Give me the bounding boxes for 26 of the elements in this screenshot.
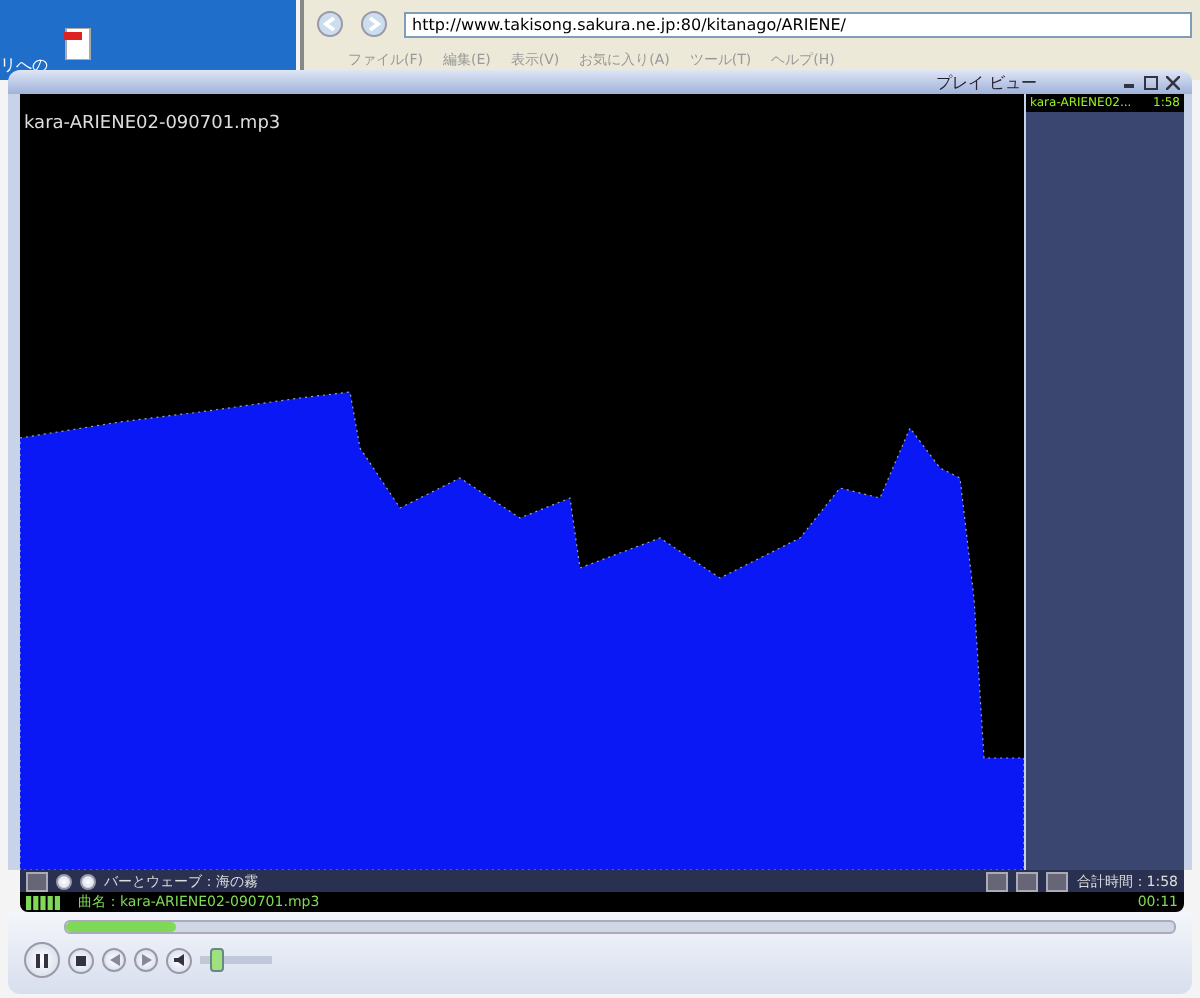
skin-icon[interactable] — [1016, 871, 1039, 891]
back-icon[interactable] — [316, 10, 348, 38]
maximize-icon[interactable] — [1144, 75, 1158, 89]
address-field[interactable]: http://www.takisong.sakura.ne.jp:80/kitanago/ARIENE/ — [404, 11, 1192, 37]
close-icon[interactable] — [1166, 75, 1180, 89]
previous-button[interactable] — [102, 948, 126, 972]
next-button[interactable] — [134, 948, 158, 972]
stop-icon — [76, 955, 86, 965]
visualization-toggle-icon[interactable] — [26, 871, 48, 891]
speaker-button[interactable] — [166, 947, 192, 973]
speaker-icon — [173, 954, 185, 966]
playlist-toggle-icon[interactable] — [1046, 871, 1069, 891]
signal-bars-icon — [26, 895, 62, 909]
previous-icon — [109, 954, 119, 966]
forward-icon[interactable] — [360, 10, 392, 38]
next-icon — [141, 954, 151, 966]
volume-thumb[interactable] — [210, 948, 225, 972]
pause-button[interactable] — [24, 942, 60, 978]
next-visualization-button[interactable] — [80, 873, 96, 889]
file-title: kara-ARIENE02-090701.mp3 — [24, 114, 281, 134]
fullscreen-icon[interactable] — [986, 871, 1009, 891]
previous-visualization-button[interactable] — [56, 873, 72, 889]
pause-icon — [36, 953, 48, 967]
pdf-file-icon[interactable] — [64, 28, 92, 60]
stop-button[interactable] — [68, 947, 94, 973]
window-title: プレイ ビュー — [936, 71, 1038, 93]
